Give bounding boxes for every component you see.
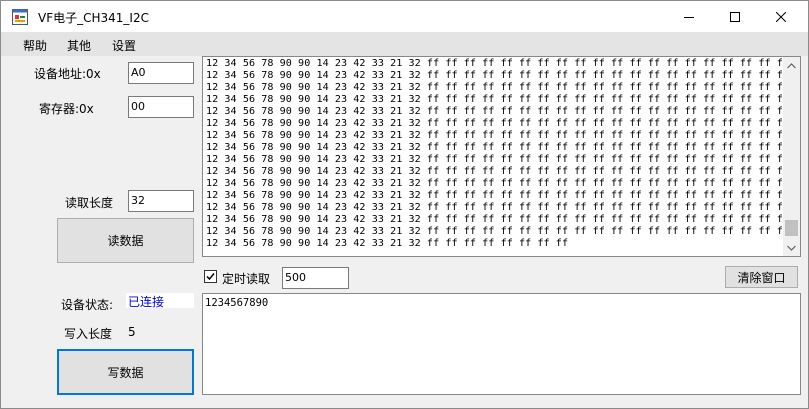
checkmark-icon <box>206 273 215 281</box>
minimize-icon <box>684 16 694 18</box>
read-output-line: 12 34 56 78 90 90 14 23 42 33 21 32 ff f… <box>206 154 790 165</box>
read-length-label: 读取长度 <box>65 196 114 210</box>
read-output-line: 12 34 56 78 90 90 14 23 42 33 21 32 ff f… <box>206 106 790 117</box>
device-address-input[interactable]: A0 <box>128 62 194 84</box>
read-output-line: 12 34 56 78 90 90 14 23 42 33 21 32 ff f… <box>206 166 790 177</box>
scroll-down-button[interactable] <box>783 239 800 256</box>
register-label: 寄存器:0x <box>39 102 94 116</box>
read-output-line: 12 34 56 78 90 90 14 23 42 33 21 32 ff f… <box>206 202 790 213</box>
app-window: VF电子_CH341_I2C 帮助 其他 设置 设备地址:0x A0 寄存器:0… <box>0 0 809 409</box>
close-icon <box>776 11 786 22</box>
read-output-line: 12 34 56 78 90 90 14 23 42 33 21 32 ff f… <box>206 178 790 189</box>
menu-settings[interactable]: 设置 <box>112 37 136 54</box>
device-status-value: 已连接 <box>126 293 194 309</box>
clear-window-button[interactable]: 清除窗口 <box>725 266 798 288</box>
minimize-button[interactable] <box>666 1 712 32</box>
scrollbar-thumb[interactable] <box>785 220 798 236</box>
maximize-button[interactable] <box>712 1 758 32</box>
timed-read-checkbox[interactable] <box>204 270 217 283</box>
register-input[interactable]: 00 <box>128 96 194 118</box>
maximize-icon <box>730 11 740 22</box>
read-output-line: 12 34 56 78 90 90 14 23 42 33 21 32 ff f… <box>206 238 569 249</box>
write-input-textbox[interactable]: 1234567890 <box>202 293 801 395</box>
read-output-line: 12 34 56 78 90 90 14 23 42 33 21 32 ff f… <box>206 94 790 105</box>
menu-help[interactable]: 帮助 <box>23 37 47 54</box>
chevron-down-icon <box>787 245 796 251</box>
window-title: VF电子_CH341_I2C <box>38 11 149 25</box>
write-data-button[interactable]: 写数据 <box>57 349 194 395</box>
read-output-line: 12 34 56 78 90 90 14 23 42 33 21 32 ff f… <box>206 82 790 93</box>
title-bar: VF电子_CH341_I2C <box>1 1 808 32</box>
read-output-line: 12 34 56 78 90 90 14 23 42 33 21 32 ff f… <box>206 214 790 225</box>
write-length-label: 写入长度 <box>64 327 113 341</box>
write-length-value: 5 <box>128 325 136 339</box>
chevron-up-icon <box>787 62 796 68</box>
timed-read-label[interactable]: 定时读取 <box>222 270 270 287</box>
read-output-line: 12 34 56 78 90 90 14 23 42 33 21 32 ff f… <box>206 70 790 81</box>
read-output-line: 12 34 56 78 90 90 14 23 42 33 21 32 ff f… <box>206 226 790 237</box>
menu-other[interactable]: 其他 <box>67 37 91 54</box>
write-input-text: 1234567890 <box>205 297 269 309</box>
read-data-button[interactable]: 读数据 <box>57 218 194 263</box>
vertical-scrollbar[interactable] <box>783 57 800 256</box>
read-output-line: 12 34 56 78 90 90 14 23 42 33 21 32 ff f… <box>206 142 790 153</box>
scroll-up-button[interactable] <box>783 57 800 74</box>
read-output-line: 12 34 56 78 90 90 14 23 42 33 21 32 ff f… <box>206 118 790 129</box>
menu-bar: 帮助 其他 设置 <box>1 32 808 56</box>
read-output-line: 12 34 56 78 90 90 14 23 42 33 21 32 ff f… <box>206 58 790 69</box>
read-output-textbox[interactable]: 12 34 56 78 90 90 14 23 42 33 21 32 ff f… <box>202 56 801 257</box>
read-output-line: 12 34 56 78 90 90 14 23 42 33 21 32 ff f… <box>206 190 790 201</box>
read-output-line: 12 34 56 78 90 90 14 23 42 33 21 32 ff f… <box>206 130 790 141</box>
read-length-input[interactable]: 32 <box>128 190 194 212</box>
read-output-lines: 12 34 56 78 90 90 14 23 42 33 21 32 ff f… <box>206 58 789 250</box>
close-button[interactable] <box>758 1 804 32</box>
app-icon <box>12 9 28 25</box>
device-status-label: 设备状态: <box>61 298 114 312</box>
device-address-label: 设备地址:0x <box>34 67 101 81</box>
interval-input[interactable]: 500 <box>282 267 349 289</box>
